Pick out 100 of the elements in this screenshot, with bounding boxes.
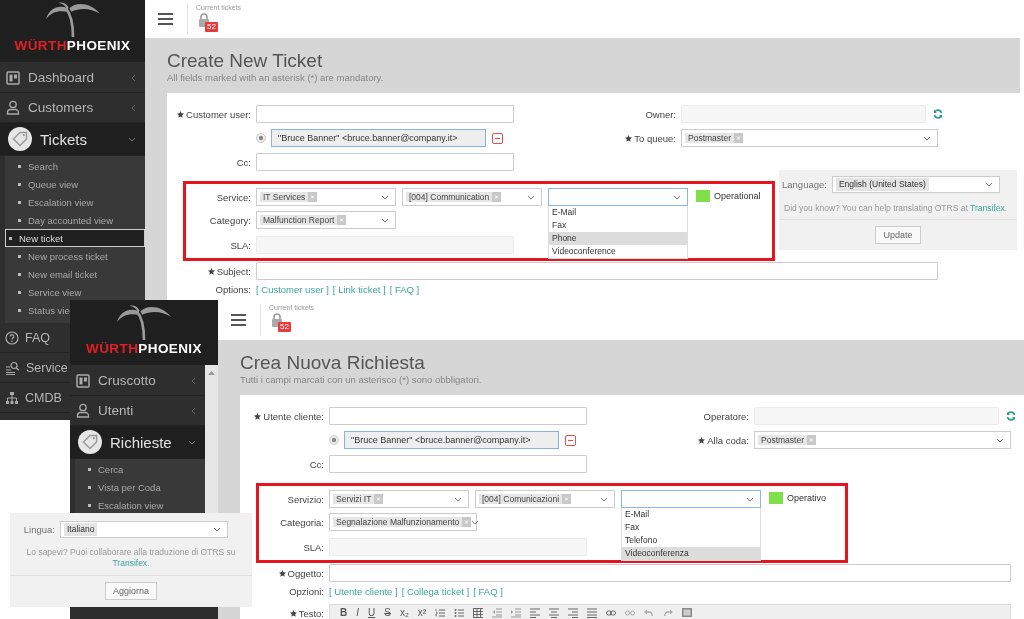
tag-icon [8, 127, 32, 151]
radio-button[interactable] [256, 133, 266, 143]
page-subtitle: All fields marked with an asterisk (*) are mandatory. [167, 72, 385, 84]
customer-user-field[interactable] [329, 407, 587, 425]
chevron-down-icon [984, 182, 993, 187]
chevron-down-icon [923, 135, 931, 141]
submenu-item[interactable]: Escalation view [5, 193, 145, 211]
align-left-icon[interactable] [530, 608, 541, 618]
field-label: Oggetto: [287, 567, 324, 579]
field-label: Owner: [645, 108, 676, 120]
format-button[interactable]: x² [417, 608, 427, 618]
service-select[interactable]: Servizi IT [329, 490, 469, 508]
close-icon[interactable] [374, 494, 384, 504]
chevron-down-icon [996, 437, 1004, 443]
refresh-icon[interactable] [1006, 411, 1016, 421]
submenu-item[interactable]: Day accounted view [5, 211, 145, 229]
format-button[interactable]: I [356, 608, 359, 618]
align-center-icon[interactable] [549, 608, 560, 618]
field-label: Options: [215, 283, 251, 295]
category-select[interactable]: Malfunction Report [256, 211, 396, 229]
unlink-icon[interactable] [625, 608, 636, 618]
bulleted-list-icon[interactable] [454, 608, 465, 618]
nav-item[interactable]: Richieste [70, 426, 205, 459]
field-label: Categoria: [280, 516, 324, 528]
dropdown-option[interactable]: Fax [622, 521, 760, 534]
chevron-down-icon [128, 136, 136, 142]
nav-item[interactable]: Dashboard [0, 63, 145, 93]
menu-icon[interactable] [158, 13, 173, 25]
radio-button[interactable] [329, 435, 339, 445]
submenu-item[interactable]: Cerca [75, 460, 205, 478]
indent-icon[interactable] [511, 608, 522, 618]
chevron-down-icon [381, 217, 389, 223]
subject-field[interactable] [329, 564, 1011, 582]
dropdown-option[interactable]: Videoconference [549, 245, 687, 258]
language-select[interactable]: Italiano [60, 521, 228, 538]
undo-icon[interactable] [644, 608, 655, 618]
close-icon[interactable] [492, 192, 502, 202]
submenu-item[interactable]: Status vie [5, 301, 70, 319]
close-icon[interactable] [807, 435, 816, 445]
subject-field[interactable] [256, 262, 938, 280]
link-icon[interactable] [606, 608, 617, 618]
service-select[interactable] [621, 490, 761, 508]
dropdown-option[interactable]: E-Mail [622, 508, 760, 521]
category-select[interactable]: Segnalazione Malfunzionamento [329, 513, 477, 531]
submenu-item[interactable]: Vista per Coda [75, 478, 205, 496]
service-select[interactable]: [004] Comunicazioni [475, 490, 615, 508]
dropdown-option[interactable]: Fax [549, 219, 687, 232]
scroll-up-icon[interactable] [208, 370, 215, 375]
dropdown-option[interactable]: Telefono [622, 534, 760, 547]
submenu-item[interactable]: Service view [5, 283, 145, 301]
format-button[interactable]: U [368, 608, 376, 618]
recipient-field[interactable]: "Bruce Banner" <bruce.banner@company.it> [344, 431, 559, 449]
justify-icon[interactable] [587, 608, 598, 618]
close-icon[interactable] [308, 192, 318, 202]
submenu-item[interactable]: New process ticket [5, 247, 145, 265]
field-label: SLA: [230, 239, 251, 251]
outdent-icon[interactable] [492, 608, 503, 618]
language-select[interactable]: English (United States) [831, 176, 1000, 193]
dropdown-option[interactable]: Phone [549, 232, 687, 245]
logo-text: WÜRTHPHOENIX [86, 342, 202, 356]
dropdown-option[interactable]: E-Mail [549, 206, 687, 219]
service-select[interactable]: IT Services [256, 188, 396, 206]
update-button[interactable]: Update [875, 226, 921, 244]
service-select[interactable]: [004] Communication [402, 188, 542, 206]
submenu-item[interactable]: New email ticket [5, 265, 145, 283]
close-icon[interactable] [562, 494, 571, 504]
submenu-item[interactable]: Search [5, 157, 145, 175]
submenu-item[interactable]: New ticket [5, 229, 145, 247]
align-right-icon[interactable] [568, 608, 579, 618]
format-button[interactable]: S [384, 608, 391, 618]
close-icon[interactable] [337, 215, 347, 225]
format-button[interactable]: x₂ [399, 608, 409, 618]
dropdown-option[interactable]: Videoconferenza [622, 547, 760, 560]
table-icon[interactable] [473, 608, 484, 618]
field-label: Opzioni: [289, 585, 324, 597]
menu-icon[interactable] [231, 314, 246, 326]
submenu-item[interactable]: Escalation view [75, 496, 205, 514]
image-icon[interactable] [682, 608, 693, 618]
refresh-icon[interactable] [933, 109, 943, 119]
remove-icon[interactable] [565, 434, 576, 446]
close-icon[interactable] [734, 133, 743, 143]
help-icon [5, 330, 19, 345]
service-select[interactable] [548, 188, 688, 206]
remove-icon[interactable] [492, 132, 503, 144]
recipient-field[interactable]: "Bruce Banner" <bruce.banner@company.it> [271, 129, 486, 147]
logo-text: WÜRTHPHOENIX [14, 39, 131, 53]
scrollbar[interactable] [205, 365, 218, 513]
nav-item[interactable]: Tickets [0, 123, 145, 156]
numbered-list-icon[interactable] [435, 608, 446, 618]
submenu-item[interactable]: Queue view [5, 175, 145, 193]
queue-select[interactable]: Postmaster [681, 129, 938, 147]
close-icon[interactable] [462, 517, 472, 527]
queue-select[interactable]: Postmaster [754, 431, 1011, 449]
format-button[interactable]: B [340, 608, 348, 618]
customer-user-field[interactable] [256, 105, 514, 123]
update-button[interactable]: Aggiorna [105, 582, 157, 600]
chevron-down-icon [600, 496, 608, 502]
cc-field[interactable] [256, 153, 514, 171]
cc-field[interactable] [329, 455, 587, 473]
redo-icon[interactable] [663, 608, 674, 618]
